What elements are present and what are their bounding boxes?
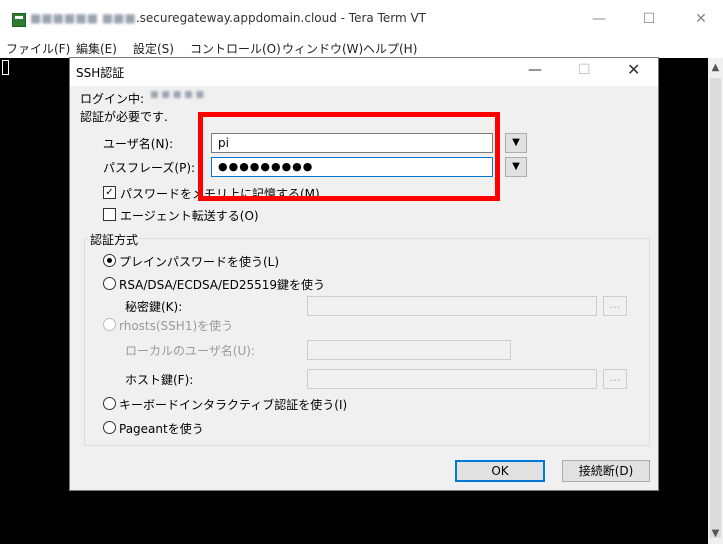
scroll-down-icon[interactable]: ▼ xyxy=(708,528,723,539)
minimize-icon[interactable]: — xyxy=(584,8,614,30)
ok-button[interactable]: OK xyxy=(455,460,545,482)
menu-help[interactable]: ヘルプ(H) xyxy=(363,40,417,57)
private-key-field xyxy=(307,296,597,316)
disconnect-button[interactable]: 接続断(D) xyxy=(562,460,650,482)
teraterm-app-icon xyxy=(12,13,26,27)
host-key-field xyxy=(307,369,597,389)
window-title-domain: .securegateway.appdomain.cloud - Tera Te… xyxy=(135,11,427,25)
annotation-highlight-box xyxy=(198,112,500,201)
host-key-browse-button: ... xyxy=(603,369,627,389)
local-username-field xyxy=(307,340,511,360)
rhosts-label: rhosts(SSH1)を使う xyxy=(119,319,234,333)
menu-settings[interactable]: 設定(S) xyxy=(133,40,174,57)
rsa-key-radio[interactable] xyxy=(103,277,116,290)
rhosts-radio xyxy=(103,318,116,331)
close-icon[interactable]: ✕ xyxy=(686,8,716,30)
local-username-label: ローカルのユーザ名(U): xyxy=(125,344,255,358)
keyboard-interactive-label[interactable]: キーボードインタラクティブ認証を使う(I) xyxy=(119,396,347,413)
terminal-cursor xyxy=(2,60,9,75)
logging-in-host-redacted: ■ ■ ■ ■ ■ xyxy=(150,90,204,100)
dialog-titlebar: SSH認証 — ☐ ✕ xyxy=(70,58,658,86)
menu-file[interactable]: ファイル(F) xyxy=(6,40,70,57)
passphrase-dropdown-icon[interactable]: ▼ xyxy=(505,157,527,177)
plain-password-label[interactable]: プレインパスワードを使う(L) xyxy=(119,253,279,270)
host-key-label: ホスト鍵(F): xyxy=(125,373,194,387)
window-title-redacted-host: ■■■■■■ ■■■ xyxy=(30,11,136,25)
maximize-icon[interactable]: ☐ xyxy=(634,8,664,30)
window-title: ■■■■■■ ■■■.securegateway.appdomain.cloud… xyxy=(30,11,426,25)
private-key-label: 秘密鍵(K): xyxy=(125,300,183,314)
keyboard-interactive-radio[interactable] xyxy=(103,397,116,410)
remember-password-checkbox[interactable]: ✓ xyxy=(103,186,116,199)
passphrase-label: パスフレーズ(P): xyxy=(103,161,196,175)
scrollbar-thumb[interactable] xyxy=(710,78,721,538)
auth-method-label: 認証方式 xyxy=(88,231,141,248)
username-dropdown-icon[interactable]: ▼ xyxy=(505,133,527,153)
auth-required-text: 認証が必要です. xyxy=(80,110,168,124)
dialog-title: SSH認証 xyxy=(76,66,125,80)
pageant-label[interactable]: Pageantを使う xyxy=(119,420,204,437)
dialog-close-icon[interactable]: ✕ xyxy=(627,60,640,79)
menu-window[interactable]: ウィンドウ(W) xyxy=(282,40,363,57)
username-label: ユーザ名(N): xyxy=(103,137,174,151)
menu-edit[interactable]: 編集(E) xyxy=(76,40,117,57)
rsa-key-label[interactable]: RSA/DSA/ECDSA/ED25519鍵を使う xyxy=(119,276,325,293)
menu-bar: ファイル(F) 編集(E) 設定(S) コントロール(O) ウィンドウ(W) ヘ… xyxy=(0,38,723,58)
window-titlebar: ■■■■■■ ■■■.securegateway.appdomain.cloud… xyxy=(0,0,723,38)
dialog-maximize-icon: ☐ xyxy=(578,62,591,78)
scroll-up-icon[interactable]: ▲ xyxy=(708,62,723,73)
agent-forwarding-label[interactable]: エージェント転送する(O) xyxy=(120,207,259,224)
private-key-browse-button: ... xyxy=(603,296,627,316)
vertical-scrollbar[interactable]: ▲ ▼ xyxy=(708,58,723,544)
agent-forwarding-checkbox[interactable] xyxy=(103,208,116,221)
menu-control[interactable]: コントロール(O) xyxy=(190,40,281,57)
plain-password-radio[interactable] xyxy=(103,254,116,267)
pageant-radio[interactable] xyxy=(103,421,116,434)
logging-in-label: ログイン中: xyxy=(80,92,145,106)
dialog-minimize-icon[interactable]: — xyxy=(528,62,542,78)
